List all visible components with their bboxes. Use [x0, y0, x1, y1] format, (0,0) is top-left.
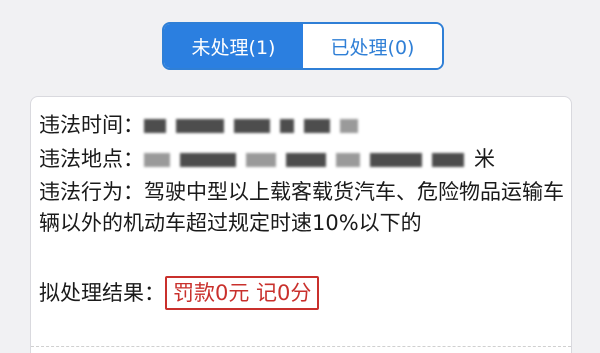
- violation-time-label: 违法时间：: [39, 113, 144, 137]
- tab-processed[interactable]: 已处理(0): [303, 24, 442, 68]
- tab-unprocessed[interactable]: 未处理(1): [164, 24, 303, 68]
- status-tabs: 未处理(1) 已处理(0): [162, 22, 444, 70]
- violation-location-label: 违法地点：: [39, 147, 144, 171]
- redacted-value: [280, 119, 294, 133]
- violation-behavior-row: 违法行为：驾驶中型以上载客载货汽车、危险物品运输车辆以外的机动车超过规定时速10…: [39, 177, 569, 239]
- redacted-value: [246, 153, 276, 167]
- redacted-value: [340, 119, 358, 133]
- redacted-value: [144, 153, 170, 167]
- proposed-result-row: 拟处理结果： 罚款0元 记0分: [39, 276, 320, 310]
- redacted-value: [370, 153, 422, 167]
- redacted-value: [304, 119, 330, 133]
- divider: [31, 346, 571, 347]
- violation-time-row: 违法时间：: [39, 109, 368, 141]
- redacted-value: [180, 153, 236, 167]
- redacted-value: [336, 153, 360, 167]
- redacted-value: [144, 119, 166, 133]
- violation-record-card[interactable]: 违法时间： 违法地点： 米 违法行为：驾驶中型以上载客载货汽车、危险物品运输车辆以…: [30, 96, 572, 353]
- redacted-value: [432, 153, 464, 167]
- violation-behavior-label: 违法行为：: [39, 180, 144, 204]
- redacted-value: [176, 119, 224, 133]
- location-suffix: 米: [474, 147, 495, 171]
- penalty-badge: 罚款0元 记0分: [165, 276, 320, 310]
- redacted-value: [286, 153, 326, 167]
- violation-location-row: 违法地点： 米: [39, 143, 495, 175]
- redacted-value: [234, 119, 270, 133]
- proposed-result-label: 拟处理结果：: [39, 281, 165, 305]
